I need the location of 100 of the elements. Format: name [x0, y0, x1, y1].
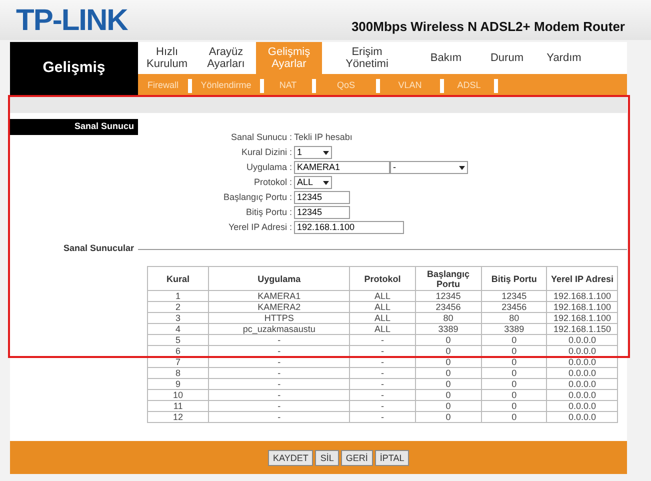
nav-tab[interactable]: Bakım — [412, 42, 480, 74]
input-field[interactable]: 12345 — [294, 191, 350, 204]
table-cell: 9 — [148, 378, 209, 390]
table-cell: 0.0.0.0 — [546, 390, 618, 400]
table-cell: 0.0.0.0 — [546, 334, 618, 346]
table-cell: - — [350, 356, 416, 368]
table-cell: 0 — [415, 334, 482, 346]
nav-tab[interactable]: Hızlı Kurulum — [138, 42, 196, 74]
field-value: Tekli IP hesabı — [294, 130, 352, 144]
table-cell: 7 — [148, 356, 209, 368]
table-cell: - — [350, 390, 416, 400]
sidebar-label: Sanal Sunucular — [62, 242, 135, 256]
field-label: Sanal Sunucu : — [230, 130, 293, 144]
table-cell: ALL — [350, 312, 416, 324]
table-cell: 192.168.1.100 — [546, 290, 618, 302]
table-cell: 12345 — [415, 290, 482, 302]
field-label: Kural Dizini : — [240, 146, 293, 159]
caret-icon — [323, 180, 329, 184]
table-cell: 0 — [415, 400, 482, 412]
table-cell: - — [350, 368, 416, 378]
table-cell: 0.0.0.0 — [546, 412, 618, 422]
table-cell: 0.0.0.0 — [546, 368, 618, 378]
nav-tab[interactable]: Erişim Yönetimi — [322, 42, 412, 74]
table-cell: - — [208, 356, 350, 368]
table-cell: 0 — [481, 368, 547, 378]
table-cell: - — [208, 334, 350, 346]
action-button[interactable]: GERİ — [340, 450, 373, 466]
table-cell: 0 — [415, 378, 482, 390]
caret-icon — [459, 166, 465, 170]
table-cell: 0 — [481, 412, 547, 422]
table-cell: - — [208, 400, 350, 412]
table-cell: 0.0.0.0 — [546, 356, 618, 368]
field-label: Yerel IP Adresi : — [227, 220, 293, 234]
input-field[interactable]: KAMERA1 — [294, 161, 390, 174]
table-cell: - — [350, 400, 416, 412]
column-header: Bitiş Portu — [481, 266, 547, 290]
dropdown[interactable]: 1 — [294, 146, 332, 159]
table-cell: 0.0.0.0 — [546, 400, 618, 412]
table-cell: 8 — [148, 368, 209, 378]
table-cell: 0 — [481, 356, 547, 368]
table-cell: 4 — [148, 324, 209, 334]
table-cell: 0 — [481, 334, 547, 346]
table-cell: 1 — [148, 290, 209, 302]
table-cell: 0 — [481, 378, 547, 390]
table-cell: 11 — [148, 400, 209, 412]
column-header: Uygulama — [208, 266, 350, 290]
dropdown[interactable]: ALL — [294, 176, 332, 189]
table-cell: ALL — [350, 324, 416, 334]
sidebar-label: Sanal Sunucu — [74, 120, 134, 134]
table-cell: 2 — [148, 302, 209, 312]
input-field[interactable]: 12345 — [294, 206, 350, 219]
input-field[interactable]: 192.168.1.100 — [294, 221, 404, 234]
table-cell: 192.168.1.100 — [546, 312, 618, 324]
action-button[interactable]: SİL — [315, 450, 339, 466]
table-cell: 23456 — [481, 302, 547, 312]
table-cell: 5 — [148, 334, 209, 346]
table-cell: 6 — [148, 346, 209, 356]
table-cell: pc_uzakmasaustu — [208, 324, 350, 334]
brand-logo: TP-LINK — [16, 6, 128, 36]
nav-tab[interactable]: Yardım — [534, 42, 594, 74]
table-cell: 3389 — [415, 324, 482, 334]
table-cell: 12 — [148, 412, 209, 422]
field-label: Bitiş Portu : — [244, 206, 293, 219]
table-cell: - — [350, 378, 416, 390]
field-label: Uygulama : — [245, 160, 293, 174]
dropdown[interactable]: - — [390, 161, 468, 174]
table-cell: 0 — [481, 400, 547, 412]
table-cell: 3389 — [481, 324, 547, 334]
table-cell: ALL — [350, 290, 416, 302]
table-cell: - — [208, 390, 350, 400]
table-cell: 12345 — [481, 290, 547, 302]
table-cell: - — [350, 412, 416, 422]
section-title: Gelişmiş — [42, 58, 106, 78]
table-cell: 0.0.0.0 — [546, 378, 618, 390]
table-cell: 0 — [415, 356, 482, 368]
table-cell: KAMERA2 — [208, 302, 350, 312]
nav-tab[interactable]: Arayüz Ayarları — [196, 42, 256, 74]
table-cell: - — [208, 368, 350, 378]
table-cell: ALL — [350, 302, 416, 312]
action-button[interactable]: KAYDET — [268, 450, 314, 466]
table-cell: - — [208, 378, 350, 390]
table-cell: 80 — [481, 312, 547, 324]
table-cell: 3 — [148, 312, 209, 324]
action-button[interactable]: İPTAL — [374, 450, 410, 466]
table-cell: - — [350, 334, 416, 346]
table-cell: 192.168.1.150 — [546, 324, 618, 334]
table-cell: 0 — [481, 390, 547, 400]
table-cell: 80 — [415, 312, 482, 324]
table-cell: 192.168.1.100 — [546, 302, 618, 312]
column-header: Yerel IP Adresi — [546, 266, 618, 290]
nav-tab[interactable]: Durum — [480, 42, 534, 74]
table-cell: HTTPS — [208, 312, 350, 324]
table-cell: - — [208, 412, 350, 422]
table-cell: 0 — [415, 412, 482, 422]
table-cell: 0 — [415, 368, 482, 378]
table-cell: 0 — [415, 390, 482, 400]
product-name: 300Mbps Wireless N ADSL2+ Modem Router — [351, 18, 625, 36]
column-header: Başlangıç Portu — [415, 266, 482, 290]
column-header: Protokol — [350, 266, 416, 290]
table-cell: KAMERA1 — [208, 290, 350, 302]
